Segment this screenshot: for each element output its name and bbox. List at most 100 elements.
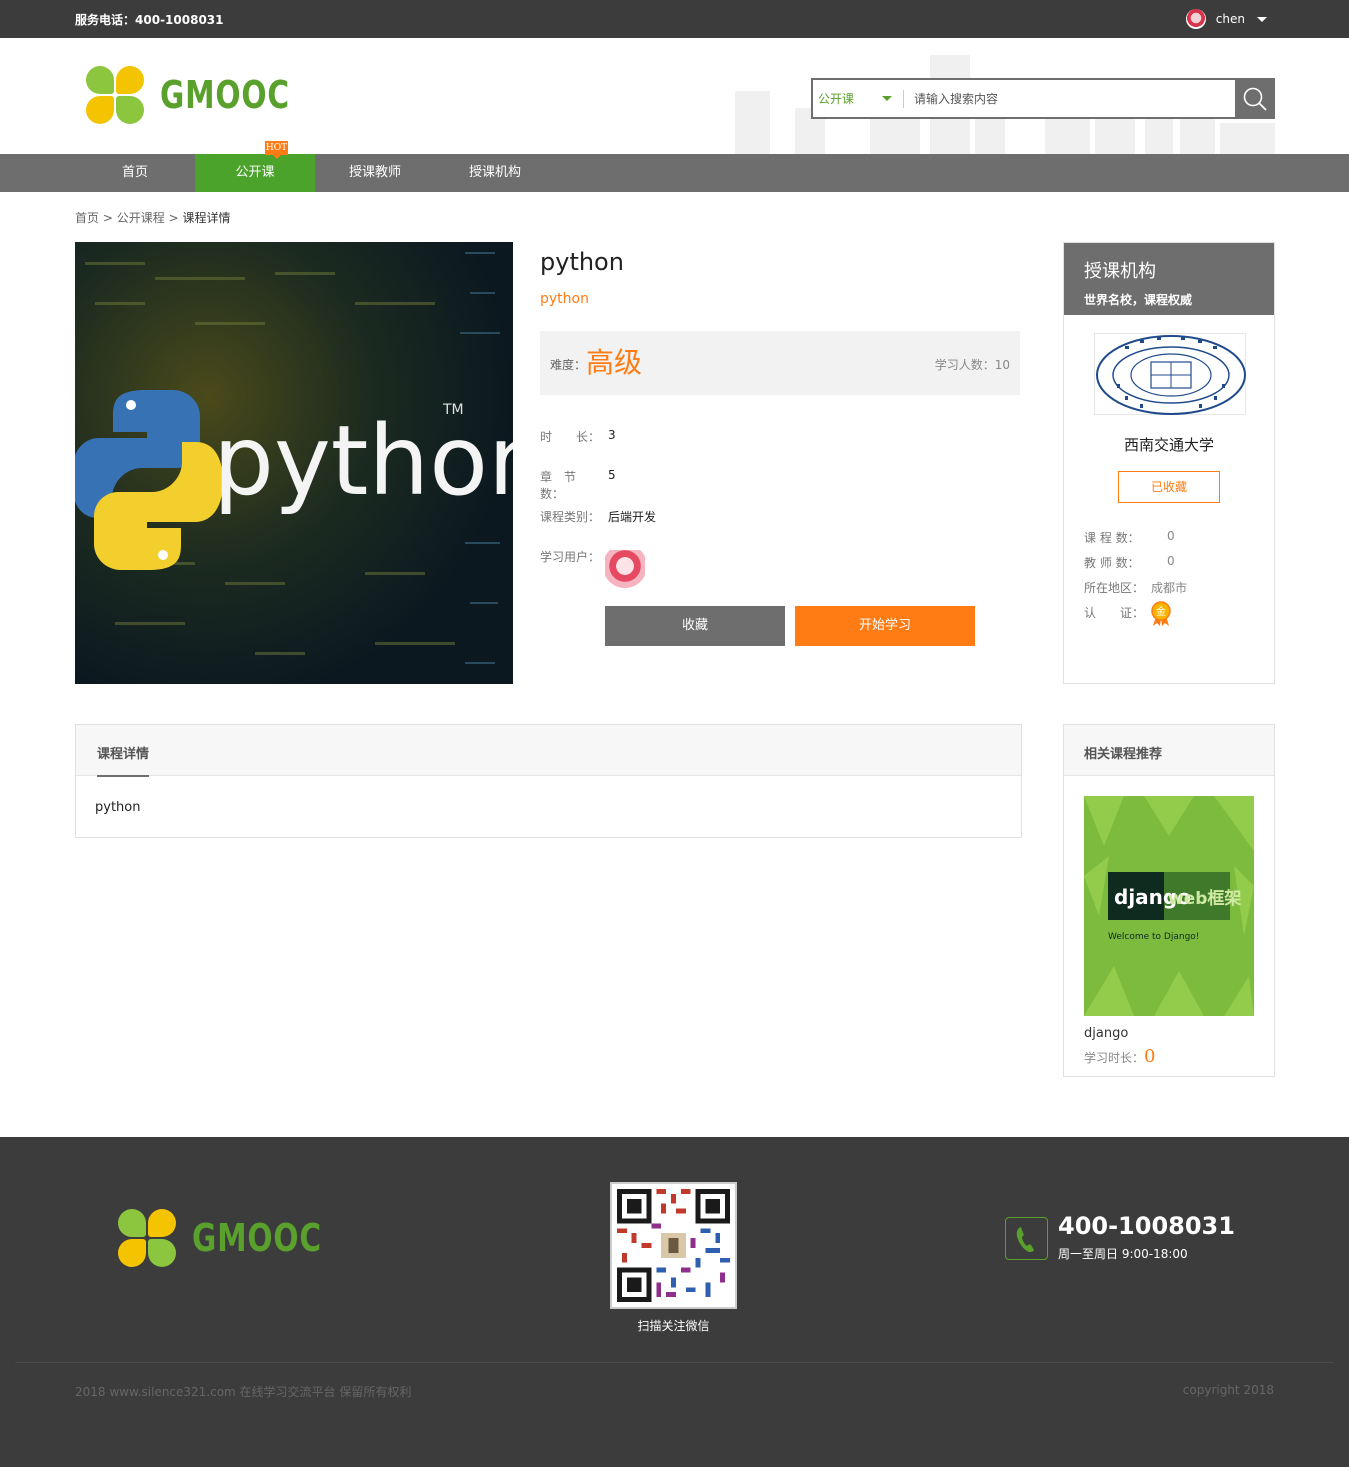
org-teacher-count-value: 0	[1167, 554, 1175, 568]
related-course-time-label: 学习时长：	[1084, 1051, 1145, 1065]
qr-code-icon	[612, 1184, 735, 1307]
breadcrumb-separator: >	[102, 211, 113, 225]
dropdown-arrow-icon[interactable]	[882, 96, 893, 101]
course-detail-content: python	[95, 800, 141, 815]
nav-organizations[interactable]: 授课机构	[435, 154, 555, 192]
logo-text: GMOOC	[160, 73, 290, 117]
breadcrumb-current: 课程详情	[182, 211, 231, 225]
nav-teachers[interactable]: 授课教师	[315, 154, 435, 192]
organization-logo[interactable]	[1094, 333, 1246, 415]
org-region-value: 成都市	[1151, 581, 1188, 595]
header: GMOOC 公开课	[0, 38, 1349, 154]
nav-home[interactable]: 首页	[75, 154, 195, 192]
learner-count: 学习人数：10	[935, 356, 1010, 373]
org-teacher-count-row: 教 师 数： 0	[1084, 554, 1175, 571]
search-category-select[interactable]: 公开课	[813, 80, 903, 117]
footer-copyright-right: copyright 2018	[1182, 1383, 1274, 1397]
chevron-down-icon[interactable]	[1257, 16, 1267, 22]
search-button[interactable]	[1235, 78, 1275, 119]
service-phone-number: 400-1008031	[135, 13, 224, 27]
search-input[interactable]	[904, 80, 1235, 117]
learner-avatar[interactable]	[605, 550, 645, 590]
service-phone-label: 服务电话：	[75, 13, 136, 27]
organization-card-subtitle: 世界名校，课程权威	[1084, 293, 1193, 307]
course-title: python	[540, 248, 624, 276]
org-teacher-count-label: 教 师 数：	[1084, 556, 1140, 570]
python-cover-art: python TM	[75, 242, 513, 684]
tab-course-detail[interactable]: 课程详情	[97, 743, 150, 777]
logo-mark-icon	[118, 1209, 176, 1267]
favorite-button[interactable]: 收藏	[605, 606, 785, 646]
cover-python-text: python	[213, 405, 513, 517]
gold-medal-icon: 金	[1151, 601, 1171, 627]
user-menu[interactable]: chen	[1185, 9, 1267, 29]
difficulty-value: 高级	[586, 346, 643, 379]
django-cover-art[interactable]: django web框架 Welcome to Django!	[1084, 796, 1254, 1016]
qr-caption: 扫描关注微信	[637, 1319, 710, 1333]
gold-medal-label: 金	[1156, 605, 1166, 618]
footer-hours: 周一至周日 9:00-18:00	[1058, 1247, 1188, 1261]
course-detail-panel: 课程详情 python	[75, 724, 1022, 838]
learner-count-label: 学习人数：	[934, 358, 995, 372]
django-cover-tagline: Welcome to Django!	[1108, 932, 1199, 942]
org-course-count-row: 课 程 数： 0	[1084, 529, 1175, 546]
organization-card-title: 授课机构	[1084, 261, 1156, 282]
organization-card: 授课机构 世界名校，课程权威 西南交通大学 已收藏 课 程 数： 0 教 师 数…	[1063, 242, 1275, 684]
category-label: 课程类别：	[540, 510, 601, 524]
chapters-row: 章 节 数： 5	[540, 468, 616, 502]
related-course-thumbnail[interactable]: django web框架 Welcome to Django!	[1084, 796, 1254, 1016]
hot-badge: HOT	[265, 141, 288, 159]
wechat-qr-code	[610, 1182, 737, 1309]
breadcrumb-section[interactable]: 公开课程	[117, 211, 165, 225]
related-course-time-value: 0	[1144, 1046, 1156, 1067]
footer-phone: 400-1008031	[1058, 1212, 1235, 1240]
chapters-value: 5	[608, 468, 616, 482]
course-cover-image: python TM	[75, 242, 513, 684]
difficulty-label: 难度：	[550, 358, 587, 372]
learners-row: 学习用户：	[540, 548, 608, 565]
org-cert-label: 认 证：	[1084, 606, 1145, 620]
logo-mark-icon	[86, 66, 144, 124]
nav-open-courses[interactable]: 公开课	[195, 154, 315, 192]
organization-card-header: 授课机构 世界名校，课程权威	[1064, 243, 1274, 315]
footer-divider	[15, 1362, 1334, 1363]
university-emblem-icon[interactable]	[1095, 334, 1247, 416]
organization-name[interactable]: 西南交通大学	[1064, 434, 1274, 455]
related-course-time: 学习时长：0	[1084, 1046, 1155, 1067]
search-icon[interactable]	[1242, 86, 1268, 112]
search-bar: 公开课	[811, 78, 1275, 119]
footer-logo-text: GMOOC	[192, 1216, 322, 1260]
duration-label: 时 长：	[540, 430, 601, 444]
difficulty-box: 难度： 高级 学习人数：10	[540, 331, 1020, 395]
service-phone: 服务电话：400-1008031	[75, 11, 224, 28]
username[interactable]: chen	[1216, 12, 1245, 26]
phone-icon	[1005, 1217, 1048, 1260]
category-value: 后端开发	[608, 510, 657, 524]
org-cert-row: 认 证： 金	[1084, 601, 1171, 627]
related-courses-title: 相关课程推荐	[1064, 725, 1274, 776]
cover-tm-mark: TM	[442, 402, 464, 418]
site-logo[interactable]: GMOOC	[86, 66, 327, 124]
learner-count-value: 10	[994, 358, 1010, 372]
start-learning-button[interactable]: 开始学习	[795, 606, 975, 646]
course-subtitle: python	[540, 291, 589, 307]
main-nav: 首页 公开课 授课教师 授课机构	[0, 154, 1349, 192]
search-category-value[interactable]: 公开课	[818, 90, 854, 107]
user-avatar[interactable]	[1185, 9, 1206, 29]
org-course-count-label: 课 程 数：	[1084, 531, 1140, 545]
breadcrumb: 首页 > 公开课程 > 课程详情	[75, 209, 230, 226]
breadcrumb-home[interactable]: 首页	[75, 211, 99, 225]
duration-value: 3	[608, 428, 616, 442]
course-detail-tabbar: 课程详情	[76, 725, 1021, 777]
footer: GMOOC 扫描关注微信 400-1008031 周一至周日 9:00-18:0…	[0, 1137, 1349, 1467]
breadcrumb-separator: >	[168, 211, 179, 225]
related-course-name[interactable]: django	[1084, 1026, 1128, 1041]
collected-button[interactable]: 已收藏	[1118, 471, 1220, 503]
org-course-count-value: 0	[1167, 529, 1175, 543]
top-bar: 服务电话：400-1008031 chen	[0, 0, 1349, 38]
footer-copyright-left: 2018 www.silence321.com 在线学习交流平台 保留所有权利	[75, 1385, 412, 1399]
footer-logo[interactable]: GMOOC	[118, 1209, 359, 1267]
django-cover-subtitle: web框架	[1168, 888, 1241, 909]
org-region-row: 所在地区： 成都市	[1084, 579, 1187, 596]
learners-label: 学习用户：	[540, 550, 601, 564]
